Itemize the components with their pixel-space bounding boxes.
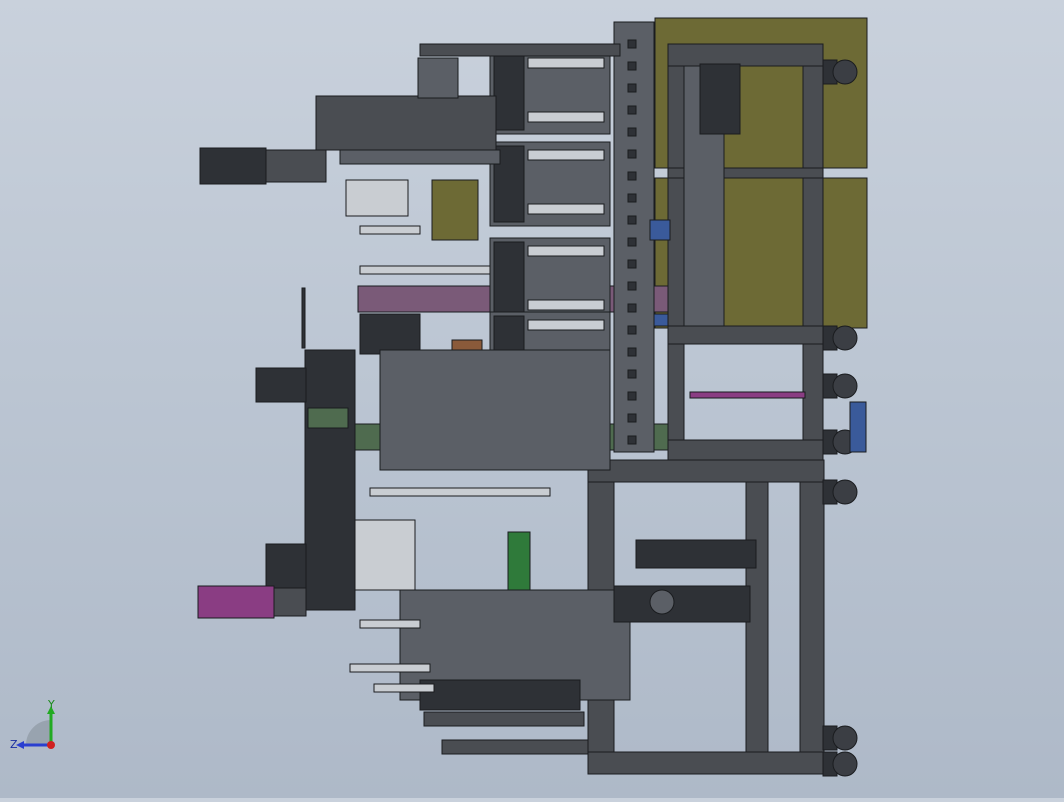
rail-hole-194[interactable] xyxy=(627,193,637,203)
vertical-rod-top[interactable] xyxy=(301,287,306,349)
pneumatic-cylinder-5[interactable] xyxy=(359,225,421,235)
slide-rail-0[interactable] xyxy=(527,57,605,69)
triad-quarter-disc-icon xyxy=(26,720,51,745)
lower-frame-right[interactable] xyxy=(799,459,825,775)
blue-part-2[interactable] xyxy=(653,313,669,327)
slide-rail-3[interactable] xyxy=(527,319,605,331)
rail-hole-436[interactable] xyxy=(627,435,637,445)
z-axis-label: Z xyxy=(10,738,18,751)
pneumatic-cylinder-1[interactable] xyxy=(369,487,551,497)
big-cylinder-2[interactable] xyxy=(613,585,751,623)
rail-hole-414[interactable] xyxy=(627,413,637,423)
pneumatic-cylinder-4[interactable] xyxy=(359,619,421,629)
rail-hole-348[interactable] xyxy=(627,347,637,357)
linear-guide-top[interactable] xyxy=(339,149,501,165)
top-arm[interactable] xyxy=(315,95,497,151)
lower-frame-bottom[interactable] xyxy=(587,751,825,775)
rail-hole-370[interactable] xyxy=(627,369,637,379)
machine-assembly-model[interactable] xyxy=(0,0,1064,798)
pneumatic-cylinder-0[interactable] xyxy=(359,265,491,275)
lower-frame-top[interactable] xyxy=(587,459,825,483)
top-bracket[interactable] xyxy=(419,43,621,57)
rail-hole-106[interactable] xyxy=(627,105,637,115)
big-cylinder-1[interactable] xyxy=(635,539,757,569)
slide-plate-0[interactable] xyxy=(493,53,525,131)
rail-hole-40[interactable] xyxy=(627,39,637,49)
slide-rail-b-2[interactable] xyxy=(527,299,605,311)
cylinder-end-cap[interactable] xyxy=(649,589,675,615)
rail-hole-260[interactable] xyxy=(627,259,637,269)
frame-right-post[interactable] xyxy=(802,43,824,465)
top-motor-housing[interactable] xyxy=(417,57,459,99)
purple-rod[interactable] xyxy=(689,391,806,399)
rail-hole-238[interactable] xyxy=(627,237,637,247)
frame-left-post[interactable] xyxy=(667,43,685,465)
cad-viewport[interactable] xyxy=(0,0,1064,798)
x-axis-dot-icon xyxy=(47,741,55,749)
caster-wheel-6[interactable] xyxy=(832,751,858,777)
caster-wheel-0[interactable] xyxy=(832,59,858,85)
light-sensor-block[interactable] xyxy=(354,519,416,591)
rail-hole-172[interactable] xyxy=(627,171,637,181)
pneumatic-cylinder-3[interactable] xyxy=(373,683,435,693)
pneumatic-cylinder-2[interactable] xyxy=(349,663,431,673)
rail-hole-282[interactable] xyxy=(627,281,637,291)
rail-hole-128[interactable] xyxy=(627,127,637,137)
base-bar-2[interactable] xyxy=(441,739,589,755)
slide-rail-2[interactable] xyxy=(527,245,605,257)
rail-hole-392[interactable] xyxy=(627,391,637,401)
motor-coupler-top[interactable] xyxy=(265,149,327,183)
bracket-yellow[interactable] xyxy=(431,179,479,241)
magenta-motor[interactable] xyxy=(197,585,275,619)
y-axis-label: Y xyxy=(47,700,55,711)
slide-plate-2[interactable] xyxy=(493,241,525,319)
slide-rail-b-1[interactable] xyxy=(527,203,605,215)
stepper-motor-low[interactable] xyxy=(265,543,307,589)
rail-hole-304[interactable] xyxy=(627,303,637,313)
centre-mechanism[interactable] xyxy=(379,349,611,471)
slide-rail-1[interactable] xyxy=(527,149,605,161)
stepper-motor-mid[interactable] xyxy=(255,367,307,403)
pulley-top[interactable] xyxy=(699,63,741,135)
green-block[interactable] xyxy=(307,407,349,429)
caster-wheel-5[interactable] xyxy=(832,725,858,751)
motor-mount-low[interactable] xyxy=(273,587,307,617)
rail-hole-150[interactable] xyxy=(627,149,637,159)
frame-beam-3[interactable] xyxy=(667,439,824,463)
coordinate-triad: Y Z xyxy=(8,698,64,756)
light-block-top[interactable] xyxy=(345,179,409,217)
frame-beam-2[interactable] xyxy=(667,325,824,345)
frame-top-beam[interactable] xyxy=(667,43,824,67)
slide-rail-b-0[interactable] xyxy=(527,111,605,123)
rail-hole-62[interactable] xyxy=(627,61,637,71)
caster-wheel-4[interactable] xyxy=(832,479,858,505)
rail-hole-326[interactable] xyxy=(627,325,637,335)
mid-block[interactable] xyxy=(359,313,421,355)
rail-hole-84[interactable] xyxy=(627,83,637,93)
gripper-plate[interactable] xyxy=(419,679,581,711)
stepper-motor-top[interactable] xyxy=(199,147,267,185)
left-column[interactable] xyxy=(304,349,356,611)
caster-wheel-1[interactable] xyxy=(832,325,858,351)
base-bar-1[interactable] xyxy=(423,711,585,727)
caster-wheel-2[interactable] xyxy=(832,373,858,399)
blue-part-1[interactable] xyxy=(649,219,671,241)
rail-hole-216[interactable] xyxy=(627,215,637,225)
blue-part-3[interactable] xyxy=(849,401,867,453)
